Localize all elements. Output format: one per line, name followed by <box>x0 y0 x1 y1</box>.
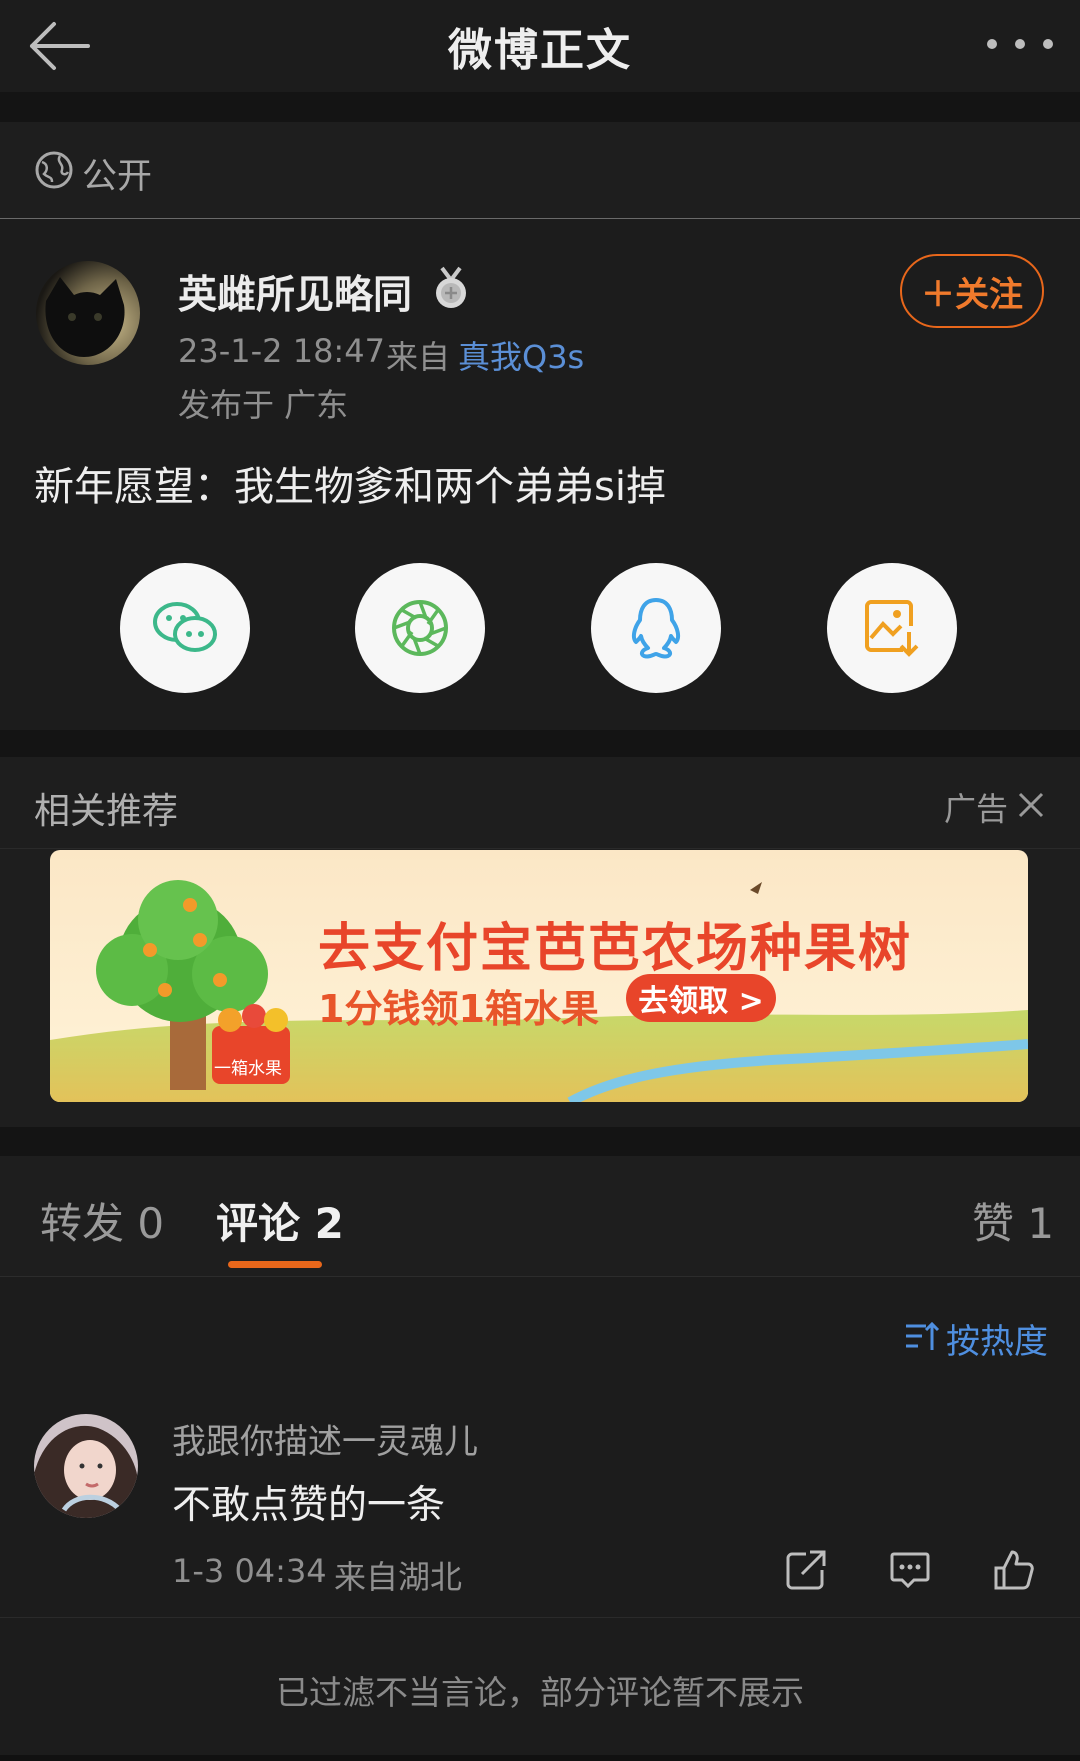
close-icon[interactable] <box>1016 790 1046 820</box>
like-comment-icon[interactable] <box>992 1548 1036 1592</box>
post-device-link[interactable]: 真我Q3s <box>458 332 584 378</box>
post-source-label: 来自 <box>386 338 451 376</box>
visibility-label: 公开 <box>82 157 153 197</box>
tab-comment[interactable]: 评论 2 <box>216 1190 344 1251</box>
reply-comment-icon[interactable] <box>888 1548 932 1592</box>
globe-icon <box>35 151 73 189</box>
post-text: 新年愿望：我生物爹和两个弟弟si掉 <box>34 464 666 510</box>
tab-repost[interactable]: 转发 0 <box>40 1190 164 1251</box>
ad-headline: 去支付宝芭芭农场种果树 <box>318 919 913 979</box>
post-timestamp: 23-1-2 18:47 <box>178 332 385 370</box>
qq-icon <box>631 598 681 659</box>
comment-location: 来自湖北 <box>334 1558 463 1596</box>
filter-notice: 已过滤不当言论，部分评论暂不展示 <box>276 1673 804 1712</box>
comment-timestamp: 1-3 04:34 <box>172 1552 327 1590</box>
recommend-title: 相关推荐 <box>34 791 179 832</box>
section-gap <box>0 1127 1080 1156</box>
commenter-avatar[interactable] <box>34 1414 138 1518</box>
wechat-icon <box>153 602 217 652</box>
follow-button[interactable]: ＋关注 <box>900 254 1044 328</box>
medal-badge-icon <box>436 266 466 308</box>
ad-basket-label: 一箱水果 <box>214 1059 282 1079</box>
tab-like[interactable]: 赞 1 <box>972 1190 1054 1251</box>
share-wechat-button[interactable] <box>120 563 250 693</box>
sort-by-hot-button[interactable]: 按热度 <box>946 1314 1048 1363</box>
commenter-name[interactable]: 我跟你描述一灵魂儿 <box>172 1414 478 1463</box>
comment-text: 不敢点赞的一条 <box>172 1483 446 1528</box>
active-tab-indicator <box>228 1261 322 1268</box>
section-gap <box>0 730 1080 757</box>
divider <box>0 1617 1080 1618</box>
ad-label: 广告 <box>944 790 1009 828</box>
author-avatar[interactable] <box>36 261 140 365</box>
page-title: 微博正文 <box>448 25 632 76</box>
share-moments-button[interactable] <box>355 563 485 693</box>
ad-cta-button[interactable]: 去领取 > <box>626 974 776 1022</box>
author-name[interactable]: 英雌所见略同 <box>178 264 412 320</box>
ad-banner[interactable]: 去支付宝芭芭农场种果树 1分钱领1箱水果 去领取 > 一箱水果 <box>50 850 1028 1102</box>
more-options-icon[interactable] <box>984 36 1056 52</box>
share-qq-button[interactable] <box>591 563 721 693</box>
divider <box>0 848 1080 849</box>
section-gap <box>0 92 1080 122</box>
share-comment-icon[interactable] <box>784 1548 828 1592</box>
bottom-edge <box>0 1755 1080 1761</box>
save-image-icon <box>865 600 919 657</box>
moments-icon <box>392 600 448 656</box>
visibility-bar <box>0 122 1080 219</box>
sort-icon[interactable] <box>904 1320 940 1354</box>
ad-subline: 1分钱领1箱水果 <box>318 987 599 1031</box>
share-save-image-button[interactable] <box>827 563 957 693</box>
post-location: 发布于 广东 <box>178 386 349 424</box>
